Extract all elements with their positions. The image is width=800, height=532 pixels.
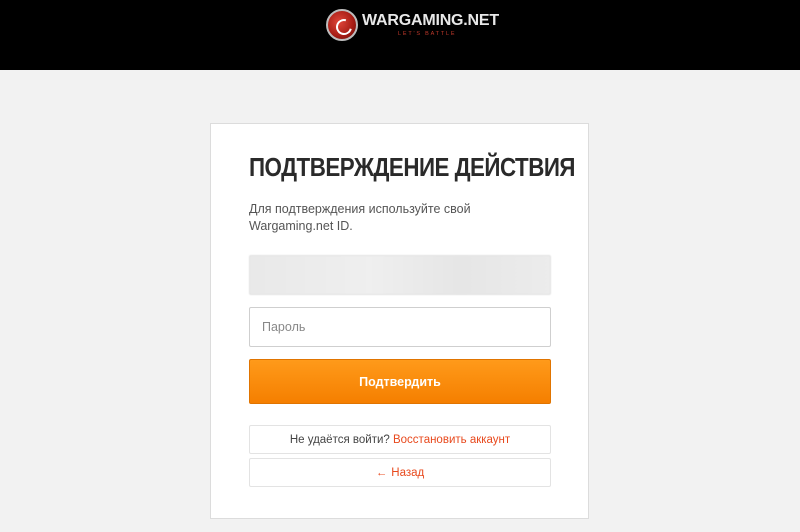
page-title: ПОДТВЕРЖДЕНИЕ ДЕЙСТВИЯ <box>249 152 575 182</box>
help-text: Не удаётся войти? <box>289 433 390 446</box>
wargaming-emblem-icon <box>326 9 358 41</box>
confirm-button[interactable]: Подтвердить <box>249 359 551 404</box>
logo-text: WARGAMING.NET LET'S BATTLE <box>362 11 499 38</box>
logo-name: WARGAMING.NET <box>362 11 499 29</box>
logo-tagline: LET'S BATTLE <box>398 30 457 37</box>
back-arrow-icon: ← <box>375 466 388 479</box>
password-field[interactable] <box>249 307 551 347</box>
wargaming-logo[interactable]: WARGAMING.NET LET'S BATTLE <box>326 7 499 43</box>
back-link[interactable]: Назад <box>391 467 424 479</box>
description-text: Для подтверждения используйте свой Warga… <box>249 202 471 233</box>
account-field[interactable] <box>249 255 551 295</box>
top-header: WARGAMING.NET LET'S BATTLE <box>0 0 800 70</box>
back-row[interactable]: ← Назад <box>249 458 551 487</box>
help-row: Не удаётся войти? Восстановить аккаунт <box>249 425 551 454</box>
restore-account-link[interactable]: Восстановить аккаунт <box>393 434 510 446</box>
confirm-card: ПОДТВЕРЖДЕНИЕ ДЕЙСТВИЯ Для подтверждения… <box>210 123 589 519</box>
